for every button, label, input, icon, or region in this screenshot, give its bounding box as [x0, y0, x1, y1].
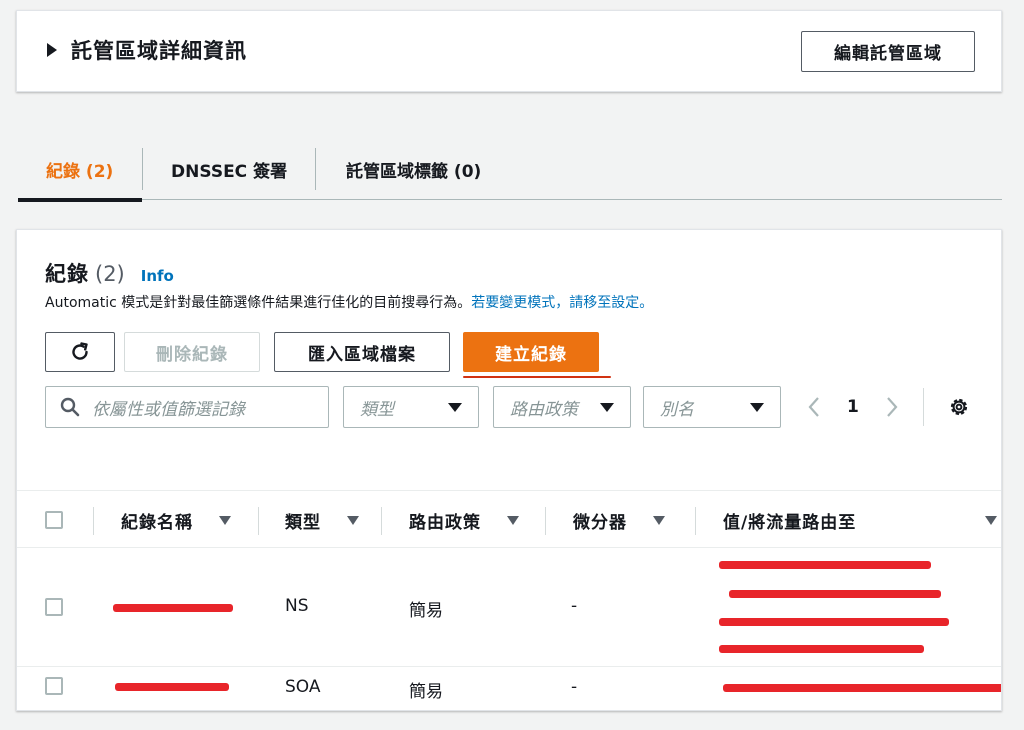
column-divider [93, 507, 94, 535]
row-checkbox[interactable] [45, 598, 63, 616]
caret-down-icon [600, 402, 614, 412]
differentiator: - [571, 677, 578, 697]
search-icon [60, 397, 80, 417]
annotation-underline [463, 376, 611, 378]
refresh-icon [72, 342, 88, 360]
current-page-number[interactable]: 1 [847, 397, 859, 417]
caret-right-icon [47, 43, 57, 57]
redaction-mark [115, 683, 229, 691]
alias-filter-label: 別名 [660, 399, 694, 420]
routing-policy-filter-label: 路由政策 [510, 399, 578, 420]
row-checkbox-cell [45, 598, 63, 616]
records-description: Automatic 模式是針對最佳篩選條件結果進行佳化的目前搜尋行為。若要變更模… [45, 292, 653, 312]
column-header-differentiator[interactable]: 微分器 [573, 491, 665, 549]
create-record-button[interactable]: 建立紀錄 [463, 332, 599, 372]
details-expand-toggle[interactable]: 託管區域詳細資訊 [47, 35, 247, 65]
column-divider [258, 507, 259, 535]
select-all-checkbox[interactable] [45, 511, 63, 529]
pagination: 1 [803, 390, 903, 424]
records-filter-input[interactable]: 依屬性或值篩選記錄 [45, 386, 329, 428]
records-panel: 紀錄 (2) Info Automatic 模式是針對最佳篩選條件結果進行佳化的… [16, 229, 1002, 711]
sort-icon [219, 515, 231, 525]
caret-down-icon [750, 402, 764, 412]
preferences-button[interactable] [947, 395, 971, 423]
records-header: 紀錄 (2) Info [45, 258, 174, 288]
redaction-mark [719, 618, 949, 626]
column-label: 類型 [285, 512, 321, 533]
alias-filter-select[interactable]: 別名 [643, 386, 781, 428]
sort-icon [653, 515, 665, 525]
row-checkbox-cell [45, 677, 63, 695]
search-placeholder: 依屬性或值篩選記錄 [92, 399, 245, 420]
tab-records[interactable]: 紀錄 (2) [18, 138, 142, 202]
caret-down-icon [448, 402, 462, 412]
next-page-button[interactable] [881, 396, 903, 418]
type-filter-label: 類型 [360, 399, 394, 420]
table-row[interactable]: NS 簡易 - [17, 548, 1001, 667]
column-header-record-name[interactable]: 紀錄名稱 [121, 491, 231, 549]
redaction-mark [719, 561, 931, 569]
redaction-mark [723, 684, 1001, 692]
column-divider [695, 507, 696, 535]
column-label: 微分器 [573, 512, 627, 533]
column-header-type[interactable]: 類型 [285, 491, 359, 549]
tab-bar: 紀錄 (2) DNSSEC 簽署 託管區域標籤 (0) [18, 138, 1002, 202]
column-divider [381, 507, 382, 535]
routing-policy: 簡易 [409, 682, 443, 702]
hosted-zone-details-panel: 託管區域詳細資訊 編輯託管區域 [16, 10, 1002, 92]
records-table-header: 紀錄名稱 類型 路由政策 微分器 值/將流量路由至 [17, 490, 1001, 549]
record-type: NS [285, 596, 309, 616]
row-checkbox[interactable] [45, 677, 63, 695]
routing-policy: 簡易 [409, 601, 443, 621]
description-text: Automatic 模式是針對最佳篩選條件結果進行佳化的目前搜尋行為。 [45, 295, 472, 311]
refresh-button[interactable] [45, 332, 115, 372]
records-title: 紀錄 [45, 262, 89, 286]
details-title: 託管區域詳細資訊 [71, 39, 247, 63]
differentiator: - [571, 596, 578, 616]
pagination-divider [923, 388, 924, 426]
column-label: 路由政策 [409, 512, 481, 533]
tab-dnssec-signing[interactable]: DNSSEC 簽署 [143, 138, 315, 200]
edit-hosted-zone-button[interactable]: 編輯託管區域 [801, 31, 975, 72]
previous-page-button[interactable] [803, 396, 825, 418]
records-count: (2) [95, 262, 125, 286]
gear-icon [950, 398, 968, 416]
column-label: 紀錄名稱 [121, 512, 193, 533]
chevron-right-icon [887, 397, 898, 417]
select-all-cell [45, 491, 63, 549]
column-divider [545, 507, 546, 535]
sort-icon [507, 515, 519, 525]
table-row[interactable]: SOA 簡易 - [17, 667, 1001, 710]
sort-icon [985, 515, 997, 525]
redaction-mark [729, 590, 941, 598]
routing-policy-filter-select[interactable]: 路由政策 [493, 386, 631, 428]
column-label: 值/將流量路由至 [723, 512, 857, 533]
record-type: SOA [285, 677, 321, 697]
info-link[interactable]: Info [141, 267, 174, 285]
import-zone-file-button[interactable]: 匯入區域檔案 [274, 332, 450, 372]
type-filter-select[interactable]: 類型 [343, 386, 479, 428]
column-header-routing-policy[interactable]: 路由政策 [409, 491, 519, 549]
redaction-mark [113, 604, 233, 612]
chevron-left-icon [808, 397, 819, 417]
delete-record-button[interactable]: 刪除紀錄 [124, 332, 260, 372]
redaction-mark [719, 645, 924, 653]
sort-icon [347, 515, 359, 525]
tab-hosted-zone-tags[interactable]: 託管區域標籤 (0) [316, 138, 481, 200]
change-mode-link[interactable]: 若要變更模式，請移至設定。 [471, 295, 653, 311]
column-header-value[interactable]: 值/將流量路由至 [723, 491, 1001, 549]
